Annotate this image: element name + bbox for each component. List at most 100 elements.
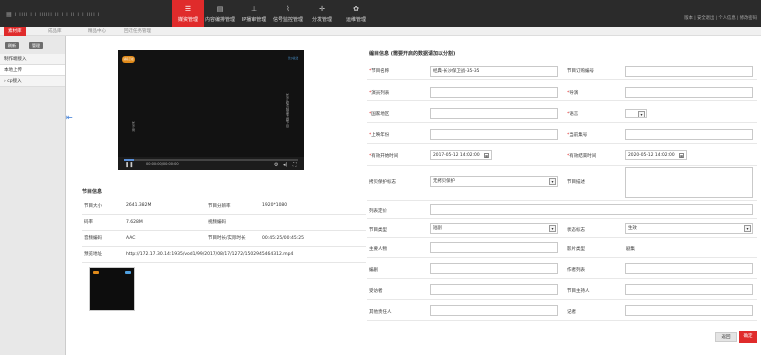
header-right-links[interactable]: 版本 | 安全退出 | 个人信息 | 修改密码 xyxy=(684,15,757,21)
fullscreen-icon[interactable]: ⛶ xyxy=(293,162,297,168)
region-label: *国家地区 xyxy=(369,112,390,117)
interviewee-input[interactable] xyxy=(430,284,558,295)
region-input[interactable] xyxy=(430,108,558,119)
nav-item-cabinet[interactable]: ☰ 媒资管理 xyxy=(172,0,204,27)
year-label: *上映年份 xyxy=(369,133,390,138)
chevron-down-icon: ▾ xyxy=(638,111,645,117)
collapse-arrow-icon[interactable]: ⇤ xyxy=(66,113,73,122)
end-time-value: 2020-05-12 14:02:00 xyxy=(628,153,675,158)
sidebar-item-local-upload[interactable]: 本地上传 xyxy=(0,65,65,76)
chevron-down-icon: ▾ xyxy=(549,178,556,185)
price-input[interactable] xyxy=(430,204,753,215)
form-row: 主要人物 影片类型 剧集 xyxy=(367,238,757,258)
signal-icon: ⌇ xyxy=(286,5,290,13)
type-select[interactable]: 短剧 ▾ xyxy=(430,223,558,234)
nav-item-signal[interactable]: ⌇ 信号监控管理 xyxy=(272,0,304,27)
settings-icon[interactable]: ⚙ xyxy=(274,162,278,168)
sidebar-item-cp-access[interactable]: › cp接入 xyxy=(0,76,65,87)
other-input[interactable] xyxy=(430,305,558,316)
start-time-value: 2017-05-12 14:02:00 xyxy=(433,153,480,158)
tab-finished-library[interactable]: 成品库 xyxy=(48,27,62,36)
info-label: 节目时长/实际时长 xyxy=(206,230,260,247)
form-row: *国家地区 *语言 ▾ xyxy=(367,101,757,123)
episode-input[interactable] xyxy=(625,129,753,140)
presenter-input[interactable] xyxy=(625,284,753,295)
distribute-icon: ✛ xyxy=(319,5,325,13)
layout-icon: ▤ xyxy=(216,5,224,13)
calendar-icon[interactable]: ▦ xyxy=(679,153,684,158)
nav-item-network[interactable]: ⊥ IP播审管理 xyxy=(238,0,270,27)
description-label: 节目描述 xyxy=(567,180,585,185)
back-button[interactable]: 返回 xyxy=(715,332,737,342)
writer-input[interactable] xyxy=(430,263,558,274)
host-label: 主要人物 xyxy=(369,247,387,252)
channel-logo-right: 长沙政法 xyxy=(287,57,299,60)
calendar-icon[interactable]: ▦ xyxy=(484,153,489,158)
episode-label: *当前集号 xyxy=(567,133,588,138)
other-label: 其他责任人 xyxy=(369,310,392,315)
manage-button[interactable]: 管理 xyxy=(29,42,43,49)
director-input[interactable] xyxy=(625,87,753,98)
thumb-logo-left xyxy=(93,271,99,274)
progress-bar[interactable] xyxy=(124,159,298,161)
nav-item-gear[interactable]: ✿ 运维管理 xyxy=(340,0,372,27)
year-input[interactable] xyxy=(430,129,558,140)
info-title: 节目信息 xyxy=(82,189,103,195)
description-textarea[interactable] xyxy=(625,167,753,198)
form-row: 列表定价 xyxy=(367,201,757,219)
interviewee-label: 受访者 xyxy=(369,289,383,294)
film-type-label: 影片类型 xyxy=(567,247,585,252)
video-player[interactable]: 湖南卫视 长沙政法 长沙局 长沙政法频道专题节目 ❚❚ 00:00:00/00:… xyxy=(118,50,304,170)
nav-item-label: 信号监控管理 xyxy=(272,17,303,23)
form-row: *有效开始时间 2017-05-12 14:02:00 ▦ *有效结束时间 202… xyxy=(367,144,757,166)
tab-material-library[interactable]: 素材库 xyxy=(4,27,26,36)
info-table: 节目大小 2641.382M 节目分辨率 1920*1080 码率 7.628M… xyxy=(82,198,366,263)
info-value: 7.628M xyxy=(124,214,206,231)
form-row: 拷贝保护标志 无拷贝保护 ▾ 节目描述 xyxy=(367,166,757,201)
player-time: 00:00:00/00:00:00 xyxy=(146,162,179,166)
presenter-label: 节目主持人 xyxy=(567,289,590,294)
start-time-input[interactable]: 2017-05-12 14:02:00 ▦ xyxy=(430,150,492,160)
player-controls: ❚❚ 00:00:00/00:00:00 ⚙ ◂) ⛶ xyxy=(118,157,304,170)
status-select[interactable]: 生效 ▾ xyxy=(625,223,753,234)
language-select[interactable]: ▾ xyxy=(625,109,647,118)
nav-item-label: 分发管理 xyxy=(311,17,332,23)
refresh-button[interactable]: 刷新 xyxy=(5,42,19,49)
program-name-input[interactable]: 经典·长沙保卫战-35-35 xyxy=(430,66,558,77)
reporter-input[interactable] xyxy=(625,305,753,316)
thumb-logo-right xyxy=(125,271,131,274)
tab-migration-tasks[interactable]: 回迁任务管理 xyxy=(124,27,151,36)
confirm-button[interactable]: 确定 xyxy=(739,331,757,343)
host-input[interactable] xyxy=(430,242,558,253)
end-time-input[interactable]: 2020-05-12 14:02:00 ▦ xyxy=(625,150,687,160)
info-value: AAC xyxy=(124,230,206,247)
info-value: 2641.382M xyxy=(124,198,206,215)
sidebar-item-cp-label: cp接入 xyxy=(7,79,22,84)
sidebar: 刷新 管理 制作端接入 本地上传 › cp接入 xyxy=(0,36,66,355)
nav-item-layout[interactable]: ▤ 内容编排管理 xyxy=(204,0,236,27)
preview-url[interactable]: http://172.17.30.14:1935/vod1/99/2017/08… xyxy=(124,246,366,263)
order-no-label: 节目订购编号 xyxy=(567,69,594,74)
nav-item-distribute[interactable]: ✛ 分发管理 xyxy=(306,0,338,27)
order-no-input[interactable] xyxy=(625,66,753,77)
info-value: 00:45:25/00:45:25 xyxy=(260,230,366,247)
pause-icon[interactable]: ❚❚ xyxy=(125,162,133,168)
video-thumbnail[interactable] xyxy=(89,267,135,311)
info-label: 视频编码 xyxy=(206,214,260,231)
copyright-select[interactable]: 无拷贝保护 ▾ xyxy=(430,176,558,187)
copyright-label: 拷贝保护标志 xyxy=(369,180,396,185)
film-type-value: 剧集 xyxy=(626,247,635,252)
form-row: *演员列表 *导演 xyxy=(367,80,757,101)
form-row: *上映年份 *当前集号 xyxy=(367,123,757,144)
tab-premium-center[interactable]: 精品中心 xyxy=(88,27,106,36)
info-row: 码率 7.628M 视频编码 xyxy=(82,214,366,231)
chevron-down-icon: ▾ xyxy=(549,225,556,232)
type-label: 节目类型 xyxy=(369,228,387,233)
actor-input[interactable] xyxy=(430,87,558,98)
sidebar-item-production-access[interactable]: 制作端接入 xyxy=(0,54,65,65)
info-label: 节目大小 xyxy=(82,198,124,215)
volume-icon[interactable]: ◂) xyxy=(283,162,287,168)
author-input[interactable] xyxy=(625,263,753,274)
price-label: 列表定价 xyxy=(369,209,387,214)
nav-item-label: IP播审管理 xyxy=(241,17,267,23)
